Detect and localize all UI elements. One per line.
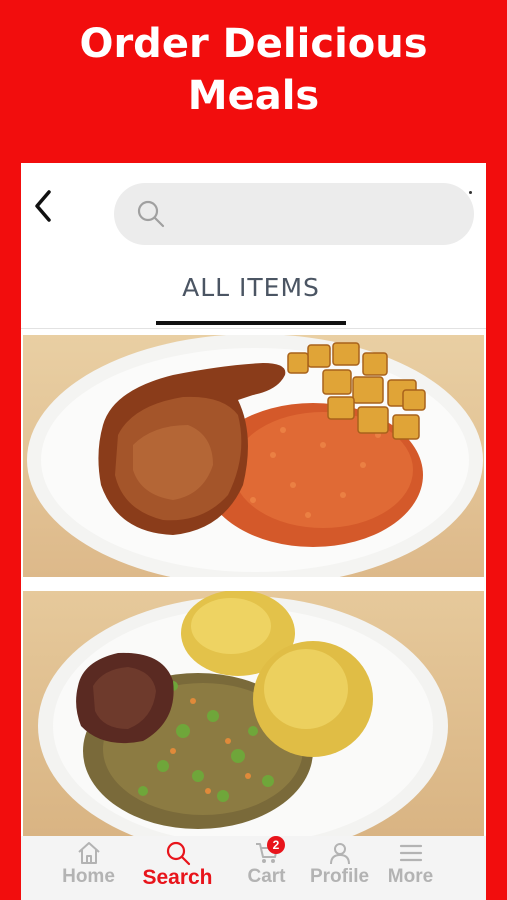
profile-icon bbox=[330, 843, 350, 865]
okra-soup-plate-image bbox=[38, 591, 448, 836]
overflow-dot bbox=[469, 191, 472, 194]
nav-home-label: Home bbox=[62, 866, 115, 887]
search-icon bbox=[137, 200, 165, 228]
tab-all-items-label: ALL ITEMS bbox=[182, 273, 320, 302]
nav-search-label: Search bbox=[142, 866, 213, 889]
cart-count-badge: 2 bbox=[267, 836, 285, 854]
nav-more[interactable]: More bbox=[364, 836, 457, 900]
bottom-nav: Home Search 2 Cart Profile More bbox=[21, 836, 486, 900]
tab-all-items[interactable]: ALL ITEMS bbox=[156, 263, 346, 325]
tab-active-indicator bbox=[156, 321, 346, 325]
nav-home[interactable]: Home bbox=[42, 836, 135, 900]
top-bar bbox=[21, 163, 486, 263]
nav-search[interactable]: Search bbox=[131, 836, 224, 900]
back-button[interactable] bbox=[31, 188, 57, 224]
menu-item-image[interactable] bbox=[23, 591, 484, 836]
chevron-left-icon bbox=[35, 190, 51, 222]
home-icon bbox=[78, 842, 100, 864]
jollof-rice-plate-image bbox=[27, 335, 483, 577]
search-input[interactable] bbox=[114, 183, 474, 245]
hero-title-line1: Order Delicious bbox=[79, 21, 428, 67]
menu-item-image[interactable] bbox=[23, 335, 484, 577]
menu-icon bbox=[399, 844, 423, 862]
hero-title-line2: Meals bbox=[187, 73, 320, 119]
search-icon bbox=[166, 841, 191, 866]
nav-more-label: More bbox=[387, 866, 434, 887]
app-screen: ALL ITEMS Home Search 2 Cart Profile Mor… bbox=[21, 163, 486, 900]
tab-bar: ALL ITEMS bbox=[21, 263, 486, 329]
hero-title: Order Delicious Meals bbox=[0, 18, 507, 122]
